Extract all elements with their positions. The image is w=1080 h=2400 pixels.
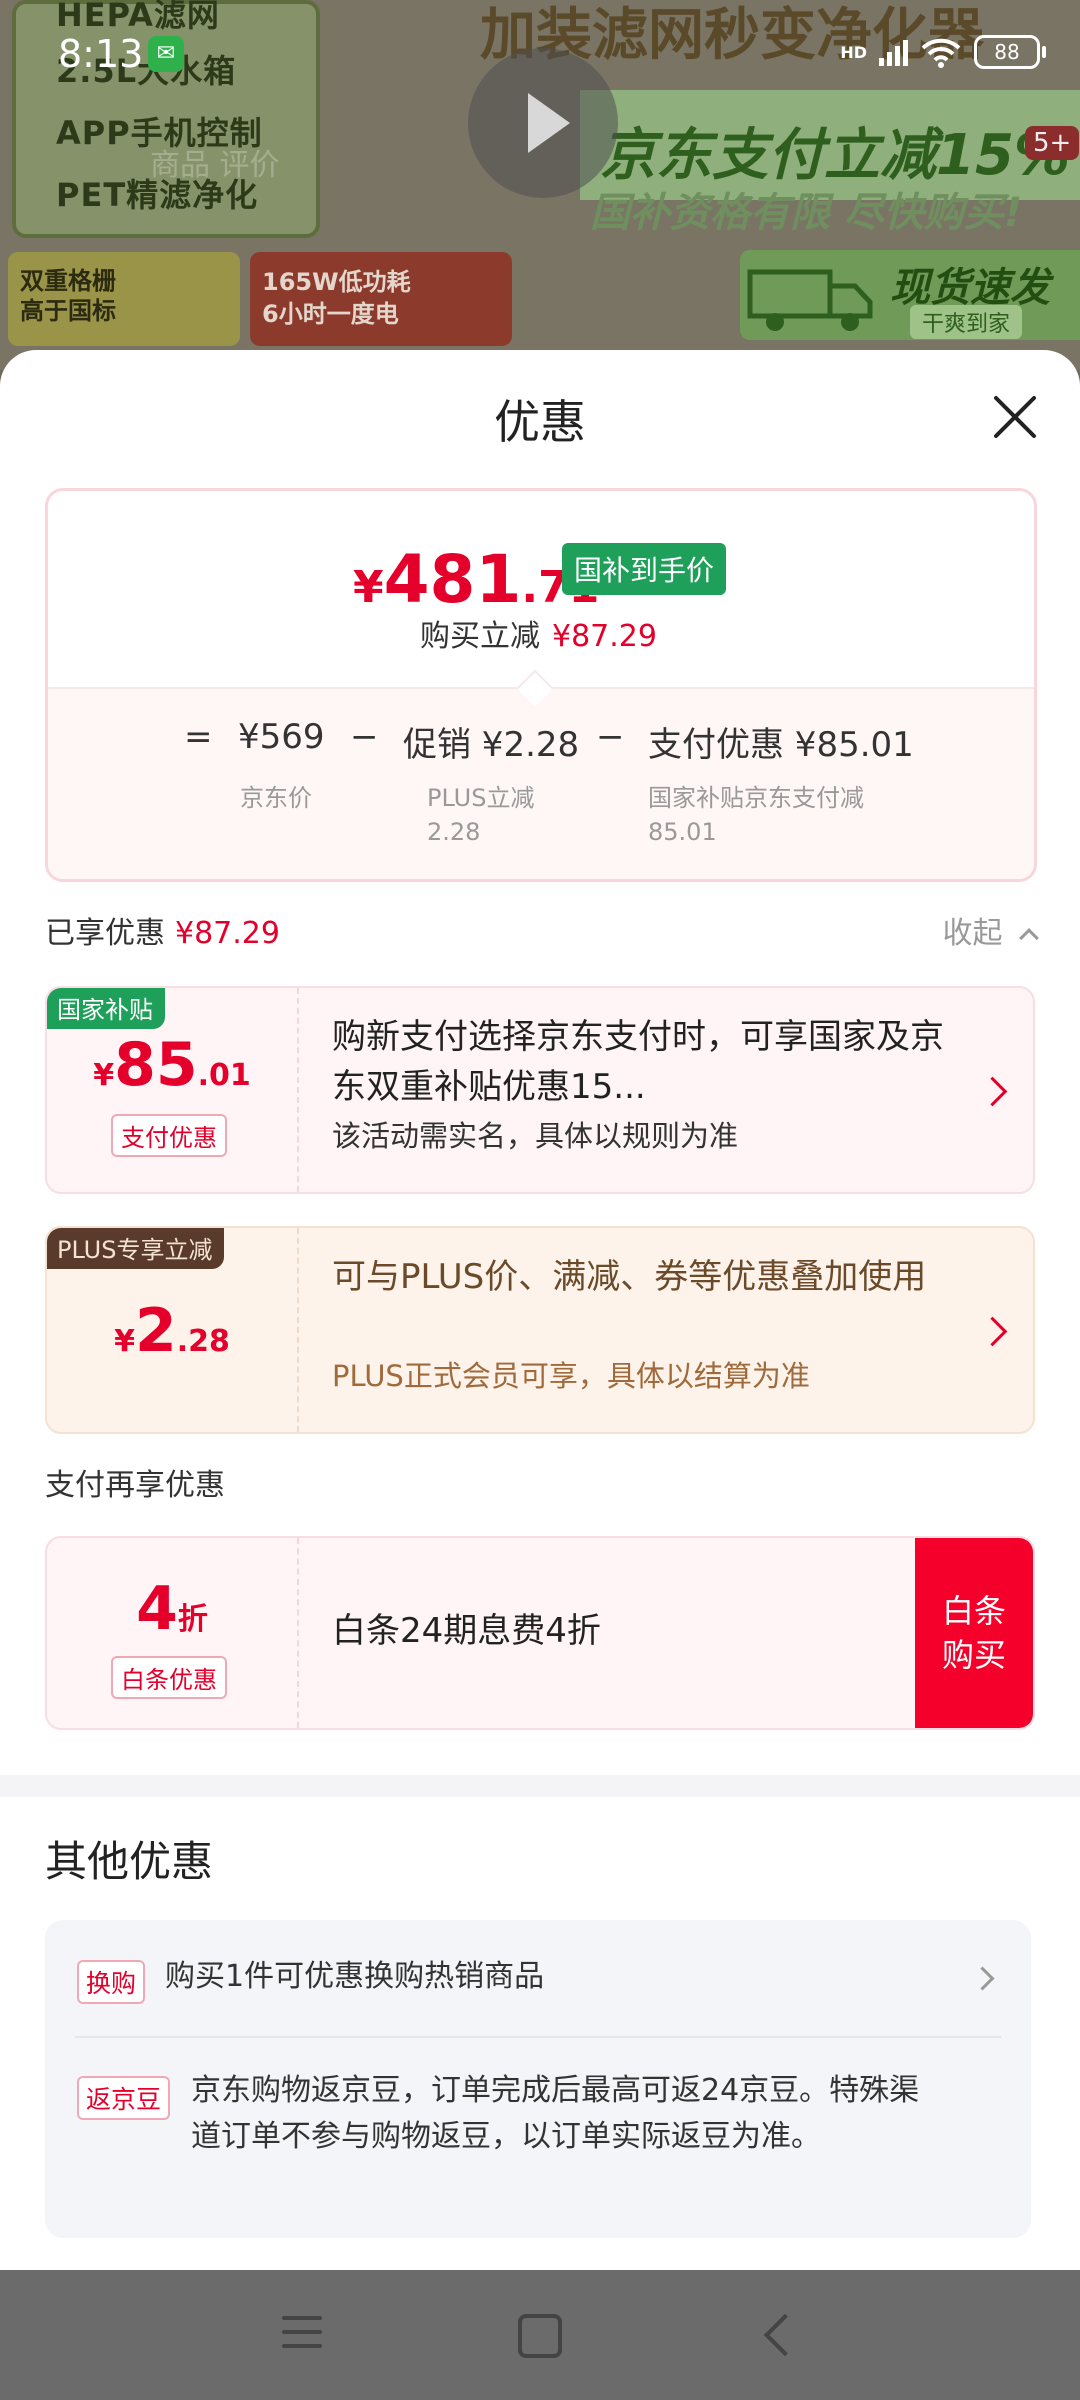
instant-reduction: 购买立减 ¥87.29 <box>420 611 657 655</box>
coupon-sub: 该活动需实名，具体以规则为准 <box>332 1119 739 1153</box>
jd-price: ¥569 <box>238 717 325 757</box>
fast-delivery-sub: 干爽到家 <box>910 305 1023 339</box>
feature-line: HEPA滤网 <box>56 0 220 34</box>
enjoyed-value: ¥87.29 <box>175 916 280 951</box>
menu-icon[interactable] <box>282 2316 322 2358</box>
equals-sign: = <box>184 717 213 757</box>
enjoyed-label: 已享优惠 <box>45 916 165 951</box>
plus-reduction-label: PLUS立减 2.28 <box>427 781 534 849</box>
feature-tile: 165W低功耗 6小时一度电 <box>250 252 512 346</box>
promo-amount: 促销 ¥2.28 <box>403 725 580 765</box>
jd-price-label: 京东价 <box>240 784 312 812</box>
coupon-tag: 国家补贴 <box>47 988 165 1029</box>
offer-text: 京东购物返京豆，订单完成后最高可返24京豆。特殊渠道订单不参与购物返豆，以订单实… <box>191 2073 920 2154</box>
label-line: 85.01 <box>648 818 717 846</box>
subsidy-label: 国家补贴京东支付减 85.01 <box>648 781 864 849</box>
signal-icon <box>879 38 908 66</box>
battery-icon: 88 <box>974 35 1046 69</box>
baitiao-buy-button[interactable]: 白条 购买 <box>915 1538 1033 1728</box>
amount-decimal: .28 <box>176 1324 230 1359</box>
coupon-baitiao[interactable]: 4折 白条优惠 白条24期息费4折 白条 购买 <box>45 1536 1035 1730</box>
offer-tag: 换购 <box>77 1960 146 2004</box>
coupon-label: 支付优惠 <box>111 1114 227 1157</box>
feature-tile-text: 双重格栅 高于国标 <box>20 267 116 325</box>
coupon-national-subsidy[interactable]: 国家补贴 ¥85.01 支付优惠 购新支付选择京东支付时，可享国家及京东双重补贴… <box>45 986 1035 1194</box>
enjoyed-discount: 已享优惠 ¥87.29 <box>45 908 280 952</box>
promo-title: 京东支付立减15% <box>600 123 1071 188</box>
chevron-right-icon <box>970 1966 995 1991</box>
chevron-right-icon <box>977 1076 1008 1107</box>
wifi-icon <box>921 38 961 68</box>
coupon-amount: 4折 <box>47 1574 297 1644</box>
feature-tile-text: 165W低功耗 6小时一度电 <box>262 268 411 328</box>
amount-decimal: .01 <box>197 1058 251 1093</box>
offer-text: 购买1件可优惠换购热销商品 <box>165 1959 545 1994</box>
discount-unit: 折 <box>177 1602 208 1637</box>
sheet-title: 优惠 <box>494 395 586 449</box>
offer-tag: 返京豆 <box>77 2076 171 2120</box>
coupon-plus[interactable]: PLUS专享立减 ¥2.28 可与PLUS价、满减、券等优惠叠加使用 PLUS正… <box>45 1226 1035 1434</box>
back-icon[interactable] <box>763 2313 807 2357</box>
truck-icon <box>747 269 873 331</box>
coupon-text: 白条24期息费4折 <box>332 1611 601 1651</box>
play-video-icon[interactable] <box>468 48 618 198</box>
national-subsidy-badge: 国补到手价 <box>562 543 727 595</box>
section-divider <box>0 1775 1080 1797</box>
discount-sheet: 优惠 ¥481.71 国补到手价 购买立减 ¥87.29 = ¥569 − 促销 … <box>0 350 1080 2270</box>
coupon-text: 购新支付选择京东支付时，可享国家及京东双重补贴优惠15... <box>332 1017 944 1107</box>
collapse-toggle[interactable]: 收起 <box>942 908 1039 952</box>
divider <box>75 2036 1001 2038</box>
discount-number: 4 <box>136 1574 178 1644</box>
amount-integer: 2 <box>134 1296 177 1366</box>
amount-integer: 85 <box>114 1030 198 1100</box>
label-line: 国家补贴京东支付减 <box>648 784 864 812</box>
currency-symbol: ¥ <box>114 1324 135 1359</box>
list-item-exchange[interactable]: 换购 购买1件可优惠换购热销商品 <box>45 1920 1031 2036</box>
pay-more-title: 支付再享优惠 <box>45 1468 225 1503</box>
coupon-amount: ¥85.01 <box>47 1030 297 1100</box>
reduction-label: 购买立减 <box>420 619 540 654</box>
coupon-text: 可与PLUS价、满减、券等优惠叠加使用 <box>332 1257 927 1297</box>
system-nav-bar <box>0 2270 1080 2400</box>
image-count-badge: 5+ <box>1025 126 1080 160</box>
button-label: 白条 购买 <box>941 1592 1006 1674</box>
coupon-amount: ¥2.28 <box>47 1296 297 1366</box>
chevron-right-icon <box>977 1316 1008 1347</box>
currency-symbol: ¥ <box>93 1058 115 1093</box>
other-offers-box: 换购 购买1件可优惠换购热销商品 返京豆 京东购物返京豆，订单完成后最高可返24… <box>45 1920 1031 2238</box>
status-time: 8:13 <box>58 32 144 76</box>
pay-discount-amount: 支付优惠 ¥85.01 <box>648 725 914 765</box>
collapse-label: 收起 <box>942 916 1003 951</box>
currency-symbol: ¥ <box>353 562 384 613</box>
watermark: 塔石资讯 <box>420 1483 540 1518</box>
coupon-sub: PLUS正式会员可享，具体以结算为准 <box>332 1359 810 1393</box>
minus-sign: − <box>350 717 379 757</box>
home-icon[interactable] <box>518 2314 562 2358</box>
feature-tile: 双重格栅 高于国标 <box>8 252 240 346</box>
close-icon[interactable] <box>990 392 1040 442</box>
other-offers-title: 其他优惠 <box>45 1837 214 1886</box>
label-line: PLUS立减 <box>427 784 535 812</box>
coupon-label: 白条优惠 <box>111 1656 227 1699</box>
ghost-tabs: 商品 评价 <box>150 148 280 183</box>
minus-sign: − <box>596 717 625 757</box>
label-line: 2.28 <box>427 818 481 846</box>
status-icons: HD 88 <box>840 32 1046 72</box>
coupon-tag: PLUS专享立减 <box>47 1228 225 1269</box>
price-integer: 481 <box>383 541 522 618</box>
wechat-notification-icon: ✉ <box>148 36 184 72</box>
hd-indicator: HD <box>840 42 867 62</box>
chevron-up-icon <box>1019 928 1039 948</box>
price-breakdown-card: ¥481.71 国补到手价 购买立减 ¥87.29 = ¥569 − 促销 ¥2.… <box>45 488 1037 882</box>
reduction-value: ¥87.29 <box>552 619 657 654</box>
promo-subtitle: 国补资格有限 尽快购买! <box>590 190 1023 236</box>
